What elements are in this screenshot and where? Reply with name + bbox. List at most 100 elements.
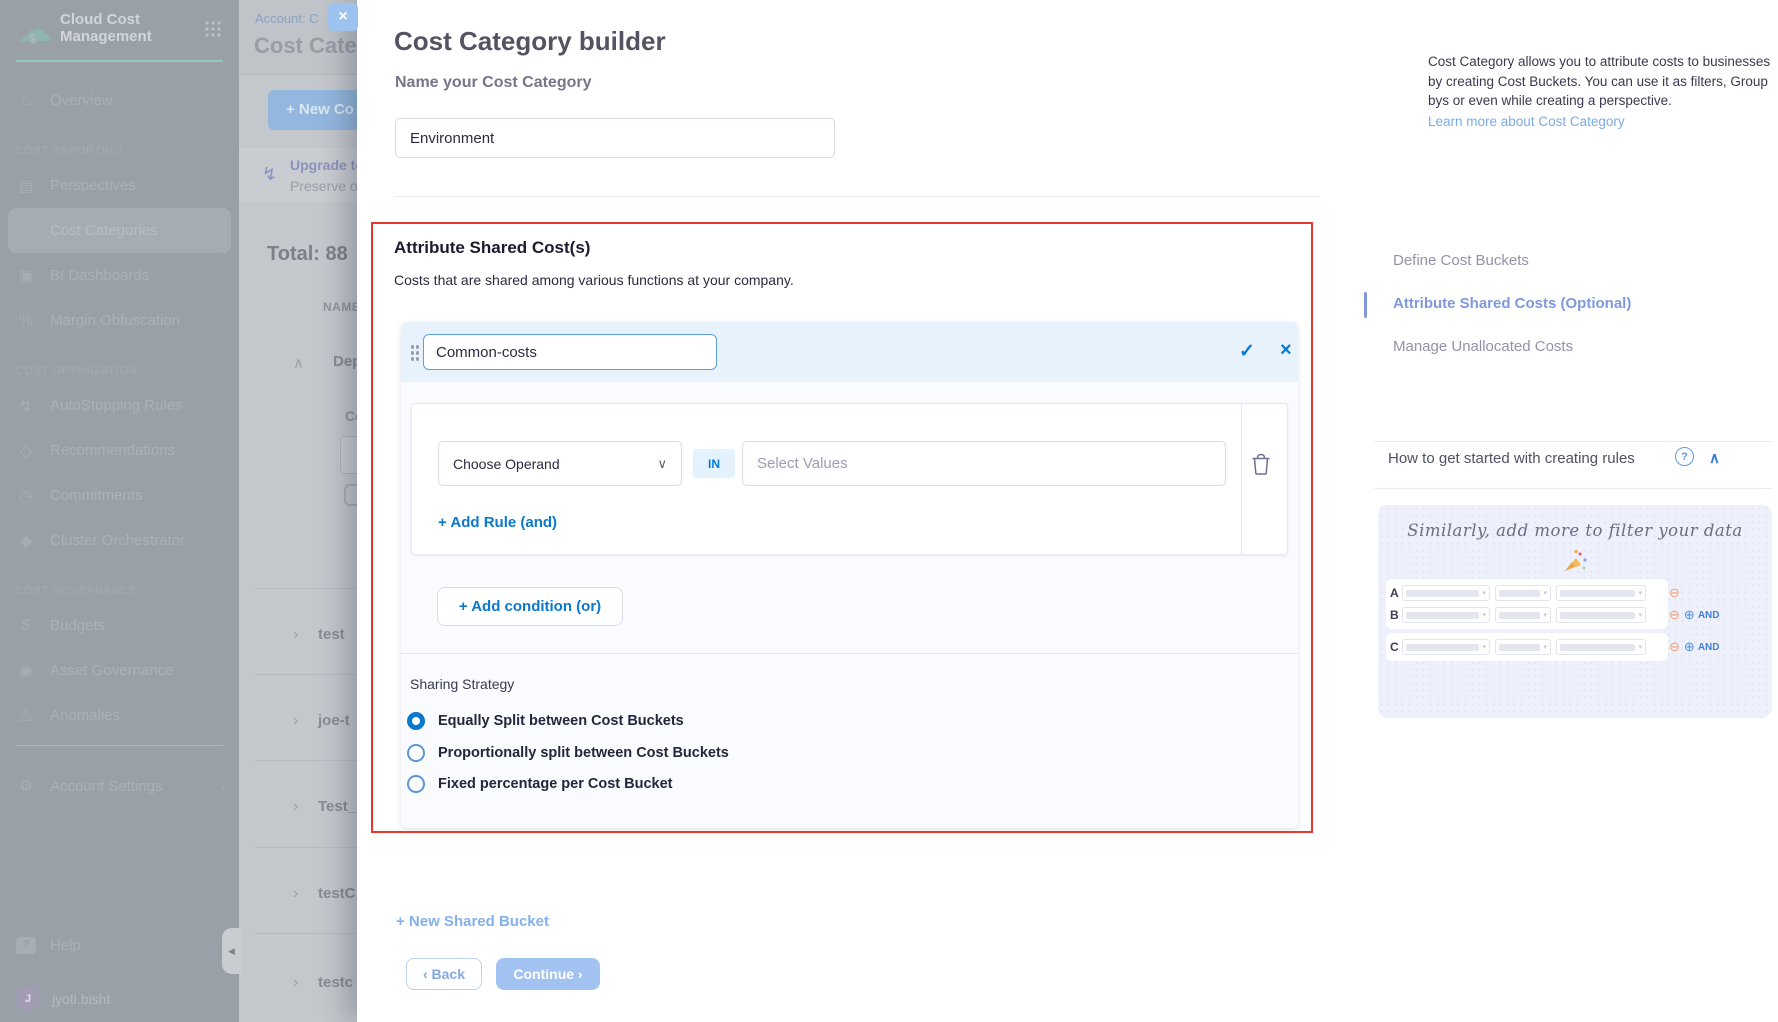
new-shared-bucket-link[interactable]: + New Shared Bucket <box>396 913 549 930</box>
cluster-icon: ◆ <box>14 531 38 551</box>
app-canvas: ☁$ Cloud Cost Management ⌂ Overview COST… <box>0 0 1778 1022</box>
upgrade-banner: ↯ Upgrade to Preserve or <box>239 148 357 202</box>
skeleton-rule-row-b: B ▾ ▾ ▾ <box>1390 604 1664 626</box>
drag-cursor-icon <box>344 484 357 506</box>
category-icon: △ <box>14 221 38 241</box>
name-section-label: Name your Cost Category <box>395 74 592 92</box>
chevron-up-icon: ∧ <box>293 354 304 372</box>
chevron-right-icon: › <box>293 974 298 992</box>
section-cost-reporting: COST REPORTING <box>16 139 223 163</box>
sidebar-item-asset-governance: ◉ Asset Governance <box>0 648 239 693</box>
drawer-title: Cost Category builder <box>394 26 666 57</box>
add-rule-link[interactable]: + Add Rule (and) <box>438 514 557 531</box>
skeleton-select: ▾ <box>1402 585 1490 601</box>
radio-unselected-icon <box>407 744 425 762</box>
chevron-up-icon[interactable]: ∧ <box>1709 449 1720 467</box>
dashboard-icon: ▣ <box>14 266 38 286</box>
chevron-right-icon: › <box>220 778 225 795</box>
total-count: Total: 88 <box>267 243 348 266</box>
step-manage-unallocated-costs[interactable]: Manage Unallocated Costs <box>1393 338 1573 355</box>
sidebar-item-account-settings: ⚙ Account Settings › <box>14 765 225 807</box>
add-circle-icon: ⊕ <box>1684 607 1695 623</box>
skeleton-select: ▾ <box>1495 639 1551 655</box>
cost-category-name-input[interactable] <box>395 118 835 158</box>
sidebar-item-commitments: ◷ Commitments <box>0 473 239 518</box>
diamond-icon: ◇ <box>14 441 38 461</box>
skeleton-rule-row-c: C ▾ ▾ ▾ <box>1390 636 1664 658</box>
sidebar-nav: ⌂ Overview COST REPORTING ▤ Perspectives… <box>0 78 239 738</box>
skeleton-select: ▾ <box>1556 585 1646 601</box>
sidebar-header: ☁$ Cloud Cost Management <box>16 0 223 62</box>
close-drawer-button[interactable]: × <box>328 3 358 31</box>
section-cost-optimization: COST OPTIMIZATION <box>16 359 223 383</box>
avatar: J <box>16 987 40 1011</box>
radio-proportionally-split[interactable]: Proportionally split between Cost Bucket… <box>407 743 729 763</box>
sidebar-item-autostopping-rules: ↯ AutoStopping Rules <box>0 383 239 428</box>
chevron-right-icon: › <box>293 626 298 644</box>
skeleton-select: ▾ <box>1495 607 1551 623</box>
app-title: Cloud Cost Management <box>60 11 180 45</box>
cost-category-info: Cost Category allows you to attribute co… <box>1428 52 1778 131</box>
remove-circle-icon: ⊖ <box>1669 585 1680 601</box>
skeleton-rule-group: A ▾ ▾ ▾ B ▾ ▾ ▾ <box>1386 579 1668 629</box>
new-cost-category-button: + New Co <box>268 90 357 130</box>
operator-in-badge[interactable]: IN <box>693 449 735 478</box>
skeleton-rule-group: C ▾ ▾ ▾ <box>1386 633 1668 661</box>
budget-icon: $ <box>14 617 38 635</box>
back-button[interactable]: ‹ Back <box>406 958 482 990</box>
row-c-icons: ⊖ ⊕ AND <box>1669 639 1719 655</box>
select-values-input[interactable] <box>742 441 1226 486</box>
and-label: AND <box>1698 642 1720 653</box>
bucket-name-input[interactable] <box>423 334 717 370</box>
drag-handle-icon[interactable] <box>410 344 420 361</box>
rule-builder-card: Choose Operand ∨ IN + Add Rule (and) <box>411 403 1288 555</box>
alert-shield-icon: ⚠ <box>14 706 38 726</box>
table-row: Test_ <box>318 798 356 815</box>
add-circle-icon: ⊕ <box>1684 639 1695 655</box>
radio-fixed-percentage[interactable]: Fixed percentage per Cost Bucket <box>407 774 673 794</box>
sidebar-item-bi-dashboards: ▣ BI Dashboards <box>0 253 239 298</box>
chart-icon: ▤ <box>14 176 38 196</box>
table-row: testc <box>318 974 353 991</box>
radio-unselected-icon <box>407 775 425 793</box>
sidebar-item-margin-obfuscation: % Margin Obfuscation <box>0 298 239 343</box>
cancel-x-icon[interactable]: × <box>1280 339 1292 362</box>
row-separator <box>255 674 357 675</box>
continue-button[interactable]: Continue › <box>496 958 600 990</box>
table-row: joe-t <box>318 712 350 729</box>
condition-divider <box>401 653 1298 654</box>
skeleton-rule-row-a: A ▾ ▾ ▾ <box>1390 582 1664 604</box>
delete-rule-button[interactable] <box>1250 452 1274 476</box>
skeleton-select: ▾ <box>1556 607 1646 623</box>
background-input-fragment <box>340 436 357 474</box>
help-circle-icon[interactable]: ? <box>1675 447 1694 466</box>
and-label: AND <box>1698 610 1720 621</box>
step-define-cost-buckets[interactable]: Define Cost Buckets <box>1393 252 1529 269</box>
table-row: test <box>318 626 345 643</box>
cloud-cost-logo-icon: ☁$ <box>18 14 52 46</box>
sidebar-dimmed: ☁$ Cloud Cost Management ⌂ Overview COST… <box>0 0 239 1022</box>
sidebar-collapse-handle[interactable]: ◀ <box>222 928 241 974</box>
confirm-check-icon[interactable]: ✓ <box>1239 340 1255 363</box>
table-row-expanded: Deplo <box>333 353 357 370</box>
step-attribute-shared-costs[interactable]: Attribute Shared Costs (Optional) <box>1393 295 1631 312</box>
howto-accordion-header[interactable]: How to get started with creating rules <box>1388 450 1635 467</box>
radio-selected-icon <box>407 712 425 730</box>
bolt-icon: ↯ <box>14 396 38 416</box>
add-condition-button[interactable]: + Add condition (or) <box>437 587 623 626</box>
sidebar-divider <box>16 745 223 746</box>
sidebar-item-overview: ⌂ Overview <box>0 78 239 123</box>
module-grid-icon <box>204 20 221 37</box>
cost-category-builder-drawer: Cost Category builder Name your Cost Cat… <box>357 0 1778 1022</box>
operand-select[interactable]: Choose Operand ∨ <box>438 441 682 486</box>
row-separator <box>255 933 357 934</box>
learn-more-link[interactable]: Learn more about Cost Category <box>1428 112 1778 132</box>
shared-costs-description: Costs that are shared among various func… <box>394 272 794 288</box>
remove-circle-icon: ⊖ <box>1669 607 1680 623</box>
percent-icon: % <box>14 312 38 330</box>
sidebar-item-recommendations: ◇ Recommendations <box>0 428 239 473</box>
sidebar-user: J jyoti.bisht <box>14 984 225 1014</box>
section-cost-governance: COST GOVERNANCE <box>16 579 223 603</box>
skeleton-select: ▾ <box>1402 607 1490 623</box>
radio-equally-split[interactable]: Equally Split between Cost Buckets <box>407 711 684 731</box>
